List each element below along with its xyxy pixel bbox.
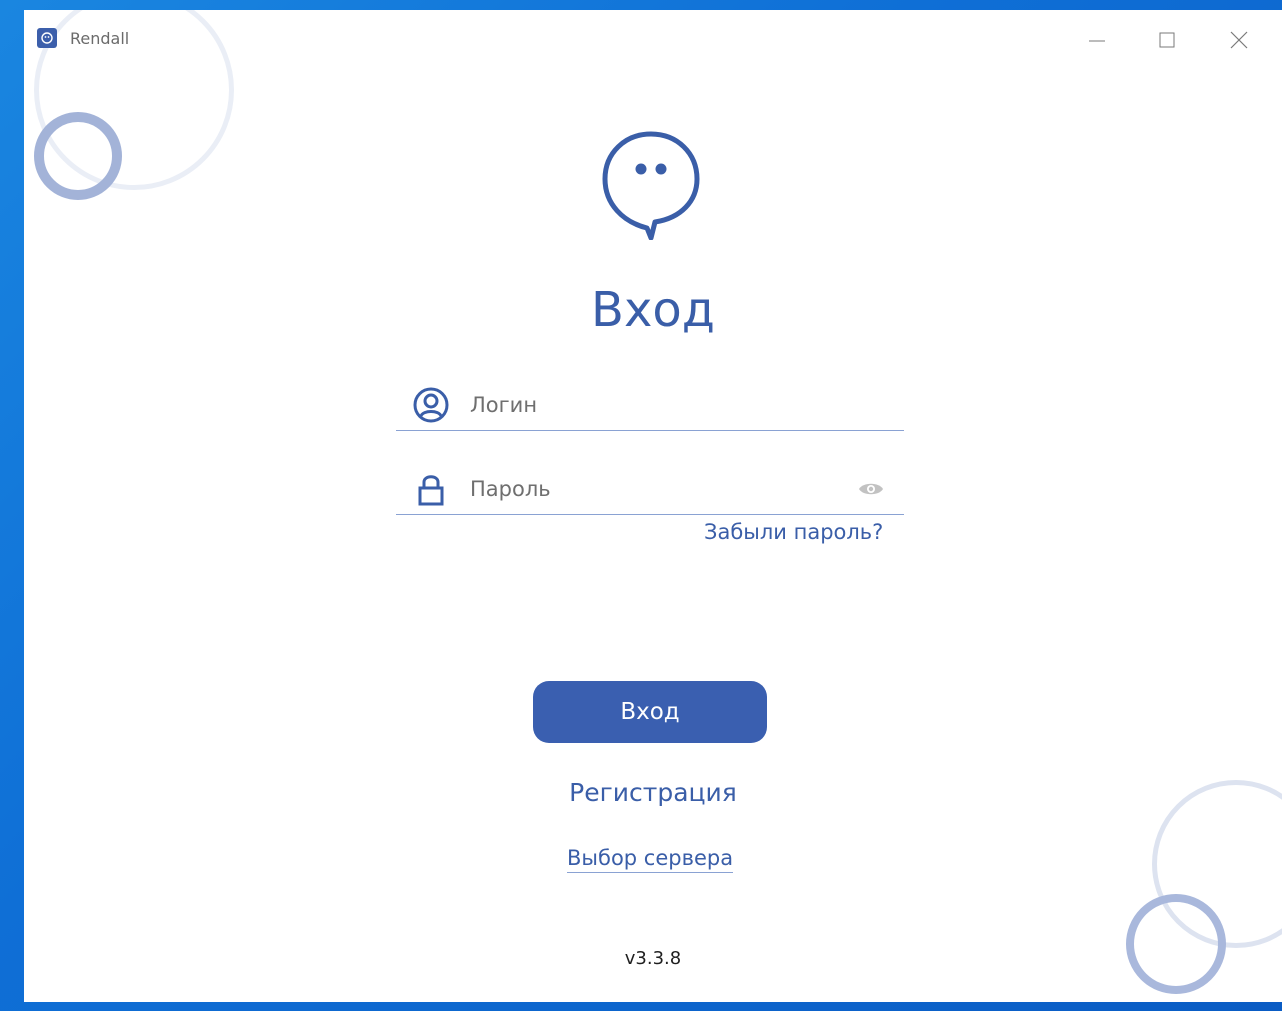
- title-bar[interactable]: Rendall: [24, 10, 1282, 68]
- password-input[interactable]: [468, 472, 852, 506]
- user-icon: [413, 387, 449, 423]
- eye-icon[interactable]: [858, 480, 884, 498]
- login-field[interactable]: [396, 380, 904, 431]
- decor-ring-bottom-right-small: [1126, 894, 1226, 994]
- app-logo-icon: [37, 28, 57, 48]
- login-button[interactable]: Вход: [533, 681, 767, 743]
- login-input[interactable]: [468, 388, 852, 422]
- chat-bubble-logo-icon: [602, 131, 700, 240]
- lock-icon: [418, 475, 444, 506]
- password-field[interactable]: [396, 464, 904, 515]
- decor-ring-top-left-small: [34, 112, 122, 200]
- forgot-password-link[interactable]: Забыли пароль?: [704, 520, 883, 544]
- minimize-button[interactable]: [1082, 26, 1112, 54]
- version-label: v3.3.8: [624, 948, 682, 969]
- close-icon: [1230, 31, 1248, 49]
- maximize-icon: [1159, 32, 1175, 48]
- window-title: Rendall: [70, 29, 130, 48]
- maximize-button[interactable]: [1152, 26, 1182, 54]
- register-link[interactable]: Регистрация: [24, 778, 1282, 807]
- app-window: Rendall Вход Логин Забыли пароль? Вход Р…: [24, 10, 1282, 1002]
- page-title: Вход: [591, 282, 715, 338]
- close-button[interactable]: [1224, 26, 1254, 54]
- server-select-link[interactable]: Выбор сервера: [567, 846, 734, 873]
- minimize-icon: [1089, 40, 1105, 42]
